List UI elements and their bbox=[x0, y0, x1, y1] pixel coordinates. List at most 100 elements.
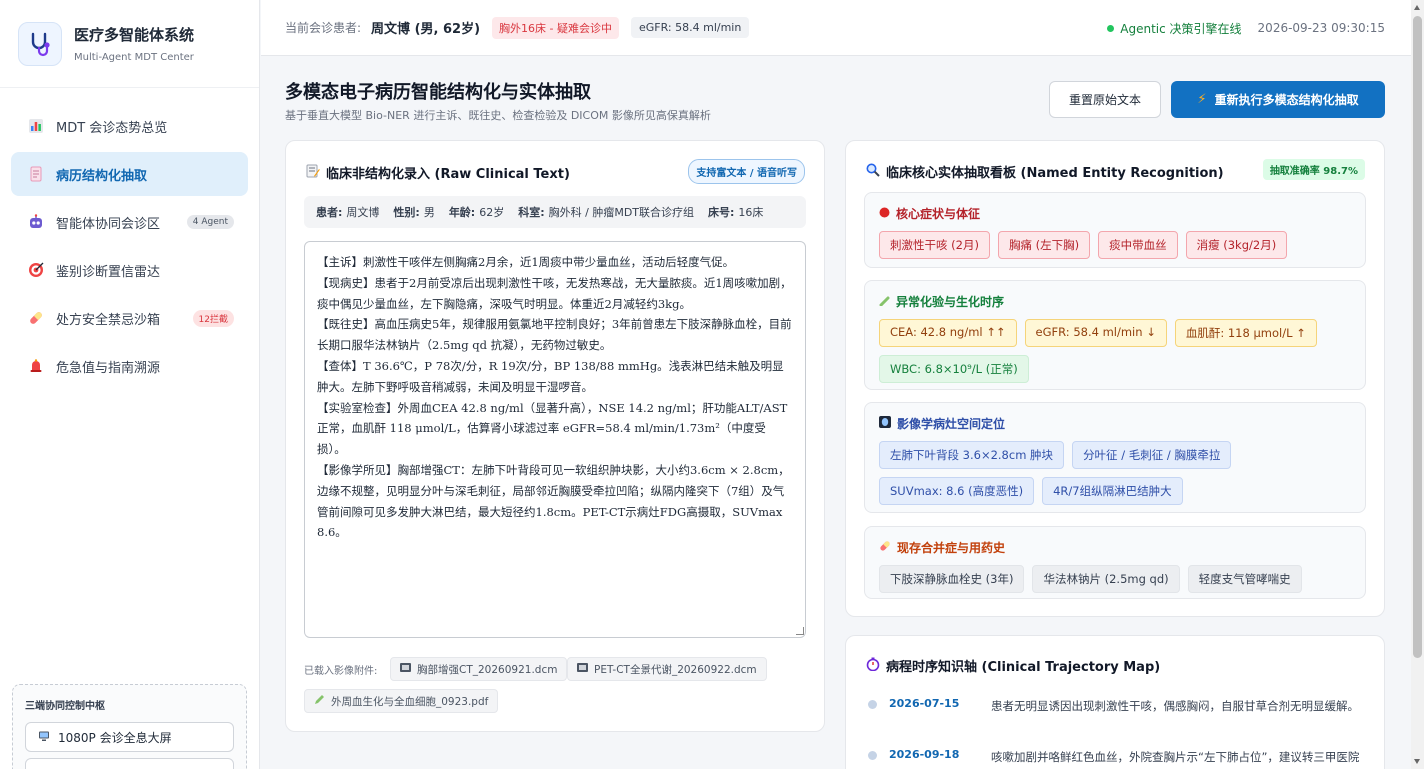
test-tube-icon bbox=[879, 295, 890, 309]
rich-text-support-badge: 支持富文本 / 语音听写 bbox=[688, 159, 805, 184]
comorbidity-group: 现存合并症与用药史 下肢深静脉血栓史 (3年) 华法林钠片 (2.5mg qd)… bbox=[864, 526, 1366, 599]
entity-chip[interactable]: CEA: 42.8 ng/ml ↑↑ bbox=[879, 319, 1017, 347]
patient-label: 当前会诊患者: bbox=[285, 21, 362, 35]
red-dot-icon bbox=[879, 207, 890, 221]
document-icon bbox=[26, 164, 46, 184]
scroll-up-arrow-icon[interactable] bbox=[1414, 5, 1420, 10]
sidebar-nav: MDT 会诊态势总览 病历结构化抽取 智能体协同会诊区 4 Agent 鉴别诊断… bbox=[0, 88, 259, 388]
patient-name: 周文博 (男, 62岁) bbox=[371, 22, 481, 37]
timeline-text: 咳嗽加剧并咯鲜红色血丝，外院查胸片示“左下肺占位”，建议转三甲医院进一步诊治。 bbox=[991, 750, 1360, 769]
control-secondary-button[interactable] bbox=[25, 758, 234, 769]
page-scrollbar[interactable] bbox=[1411, 0, 1424, 769]
info-patient-key: 患者: bbox=[316, 206, 343, 219]
attachment-name: 外周血生化与全血细胞_0923.pdf bbox=[331, 695, 489, 708]
lightning-icon: ⚡ bbox=[1197, 92, 1207, 107]
entity-chip[interactable]: 左肺下叶背段 3.6×2.8cm 肿块 bbox=[879, 441, 1065, 469]
sidebar-item-label: 鉴别诊断置信雷达 bbox=[56, 264, 161, 280]
info-bed-key: 床号: bbox=[708, 206, 735, 219]
entity-chip[interactable]: 下肢深静脉血栓史 (3年) bbox=[879, 565, 1025, 593]
rerun-extraction-label: 重新执行多模态结构化抽取 bbox=[1214, 93, 1359, 107]
labs-title: 异常化验与生化时序 bbox=[879, 293, 1351, 310]
app-title: 医疗多智能体系统 bbox=[74, 26, 195, 44]
entity-chip[interactable]: 血肌酐: 118 μmol/L ↑ bbox=[1174, 319, 1317, 347]
page-subtitle: 基于垂直大模型 Bio-NER 进行主诉、既往史、检查检验及 DICOM 影像所… bbox=[285, 109, 711, 122]
ner-card-title: 临床核心实体抽取看板 (Named Entity Recognition) bbox=[866, 162, 1224, 181]
entity-chip[interactable]: WBC: 6.8×10⁹/L (正常) bbox=[879, 355, 1029, 383]
attachment-name: PET-CT全景代谢_20260922.dcm bbox=[594, 663, 757, 676]
agent-count-badge: 4 Agent bbox=[186, 215, 234, 229]
comorbidity-title: 现存合并症与用药史 bbox=[879, 539, 1351, 556]
ner-card-title-text: 临床核心实体抽取看板 (Named Entity Recognition) bbox=[886, 166, 1224, 181]
entity-chip[interactable]: 轻度支气管哮喘史 bbox=[1187, 565, 1302, 593]
control-center-title: 三端协同控制中枢 bbox=[25, 701, 105, 712]
fullscreen-display-button[interactable]: 1080P 会诊全息大屏 bbox=[25, 722, 234, 752]
robot-icon bbox=[26, 212, 46, 232]
monitor-icon bbox=[38, 730, 50, 745]
info-bed-value: 16床 bbox=[738, 206, 764, 219]
entity-chip[interactable]: 胸痛 (左下胸) bbox=[997, 231, 1091, 259]
sidebar-item-overview[interactable]: MDT 会诊态势总览 bbox=[11, 104, 248, 148]
symptoms-group: 核心症状与体征 刺激性干咳 (2月) 胸痛 (左下胸) 痰中带血丝 消瘦 (3k… bbox=[864, 192, 1366, 268]
egfr-badge: eGFR: 58.4 ml/min bbox=[630, 17, 750, 38]
entity-chip[interactable]: 分叶征 / 毛刺征 / 胸膜牵拉 bbox=[1072, 441, 1232, 469]
engine-status-label: Agentic 决策引擎在线 bbox=[1120, 21, 1242, 36]
sidebar-item-diagnosis-radar[interactable]: 鉴别诊断置信雷达 bbox=[11, 248, 248, 292]
imaging-chips: 左肺下叶背段 3.6×2.8cm 肿块 分叶征 / 毛刺征 / 胸膜牵拉 SUV… bbox=[879, 441, 1351, 513]
labs-chips: CEA: 42.8 ng/ml ↑↑ eGFR: 58.4 ml/min ↓ 血… bbox=[879, 319, 1351, 391]
scroll-down-arrow-icon[interactable] bbox=[1414, 759, 1420, 764]
entity-chip[interactable]: eGFR: 58.4 ml/min ↓ bbox=[1024, 319, 1167, 347]
timeline-date: 2026-07-15 bbox=[889, 697, 960, 710]
info-patient-value: 周文博 bbox=[346, 206, 380, 219]
imaging-title: 影像学病灶空间定位 bbox=[879, 415, 1351, 432]
entity-chip[interactable]: SUVmax: 8.6 (高度恶性) bbox=[879, 477, 1035, 505]
entity-chip[interactable]: 刺激性干咳 (2月) bbox=[879, 231, 990, 259]
app-subtitle: Multi-Agent MDT Center bbox=[74, 52, 194, 63]
bar-chart-icon bbox=[26, 116, 46, 136]
resize-handle-icon[interactable] bbox=[796, 627, 804, 635]
sidebar-item-label: 智能体协同会诊区 bbox=[56, 216, 161, 232]
intercept-count-badge: 12拦截 bbox=[192, 309, 234, 327]
stopwatch-icon bbox=[866, 657, 880, 675]
reset-text-button[interactable]: 重置原始文本 bbox=[1049, 81, 1161, 118]
sidebar-item-emr-extraction[interactable]: 病历结构化抽取 bbox=[11, 152, 248, 196]
scrollbar-thumb[interactable] bbox=[1413, 16, 1422, 658]
raw-card-title-text: 临床非结构化录入 (Raw Clinical Text) bbox=[326, 167, 570, 182]
imaging-group: 影像学病灶空间定位 左肺下叶背段 3.6×2.8cm 肿块 分叶征 / 毛刺征 … bbox=[864, 402, 1366, 513]
timeline-dot-icon bbox=[868, 700, 877, 709]
symptoms-title-text: 核心症状与体征 bbox=[896, 207, 981, 221]
sidebar-item-agent-consult[interactable]: 智能体协同会诊区 4 Agent bbox=[11, 200, 248, 244]
sidebar-item-prescription-sandbox[interactable]: 处方安全禁忌沙箱 12拦截 bbox=[11, 296, 248, 340]
patient-info-bar: 患者: 周文博 性别: 男 年龄: 62岁 科室: 胸外科 / 肿瘤MDT联合诊疗组 床… bbox=[304, 196, 806, 228]
control-center-panel: 三端协同控制中枢 1080P 会诊全息大屏 bbox=[12, 684, 247, 769]
labs-title-text: 异常化验与生化时序 bbox=[896, 295, 1005, 309]
rerun-extraction-button[interactable]: ⚡ 重新执行多模态结构化抽取 bbox=[1171, 81, 1385, 118]
entity-chip[interactable]: 4R/7组纵隔淋巴结肿大 bbox=[1042, 477, 1183, 505]
attachment-ct[interactable]: 胸部增强CT_20260921.dcm bbox=[390, 657, 568, 681]
clinical-timeline-card: 病程时序知识轴 (Clinical Trajectory Map) 2026-0… bbox=[845, 635, 1385, 769]
attachment-lab-pdf[interactable]: 外周血生化与全血细胞_0923.pdf bbox=[304, 689, 499, 713]
attachment-pet-ct[interactable]: PET-CT全景代谢_20260922.dcm bbox=[567, 657, 767, 681]
fullscreen-display-label: 1080P 会诊全息大屏 bbox=[58, 730, 172, 745]
topbar: 当前会诊患者: 周文博 (男, 62岁) 胸外16床 - 疑难会诊中 eGFR:… bbox=[261, 0, 1411, 56]
imaging-title-text: 影像学病灶空间定位 bbox=[897, 417, 1006, 431]
entity-chip[interactable]: 消瘦 (3kg/2月) bbox=[1185, 231, 1288, 259]
timeline-text: 患者无明显诱因出现刺激性干咳，偶感胸闷，自服甘草合剂无明显缓解。 bbox=[991, 699, 1359, 713]
alarm-bell-icon bbox=[26, 356, 46, 376]
sidebar-item-label: MDT 会诊态势总览 bbox=[56, 120, 168, 136]
info-age-value: 62岁 bbox=[479, 206, 505, 219]
pencil-icon bbox=[314, 694, 325, 708]
film-icon bbox=[400, 663, 411, 675]
sidebar-item-critical-values[interactable]: 危急值与指南溯源 bbox=[11, 344, 248, 388]
film-icon bbox=[577, 663, 588, 675]
entity-chip[interactable]: 痰中带血丝 bbox=[1098, 231, 1178, 259]
entity-chip[interactable]: 华法林钠片 (2.5mg qd) bbox=[1032, 565, 1180, 593]
clinical-text-editor[interactable]: 【主诉】刺激性干咳伴左侧胸痛2月余，近1周痰中带少量血丝，活动后轻度气促。 【现… bbox=[304, 241, 806, 638]
sidebar-item-label: 处方安全禁忌沙箱 bbox=[56, 312, 161, 328]
info-dept-value: 胸外科 / 肿瘤MDT联合诊疗组 bbox=[548, 206, 695, 219]
magnifier-icon bbox=[866, 163, 880, 181]
info-sex-key: 性别: bbox=[393, 206, 420, 219]
page-title: 多模态电子病历智能结构化与实体抽取 bbox=[285, 82, 591, 103]
timeline-title-text: 病程时序知识轴 (Clinical Trajectory Map) bbox=[886, 660, 1161, 675]
comorbidity-title-text: 现存合并症与用药史 bbox=[897, 541, 1006, 555]
stethoscope-icon bbox=[18, 21, 62, 66]
